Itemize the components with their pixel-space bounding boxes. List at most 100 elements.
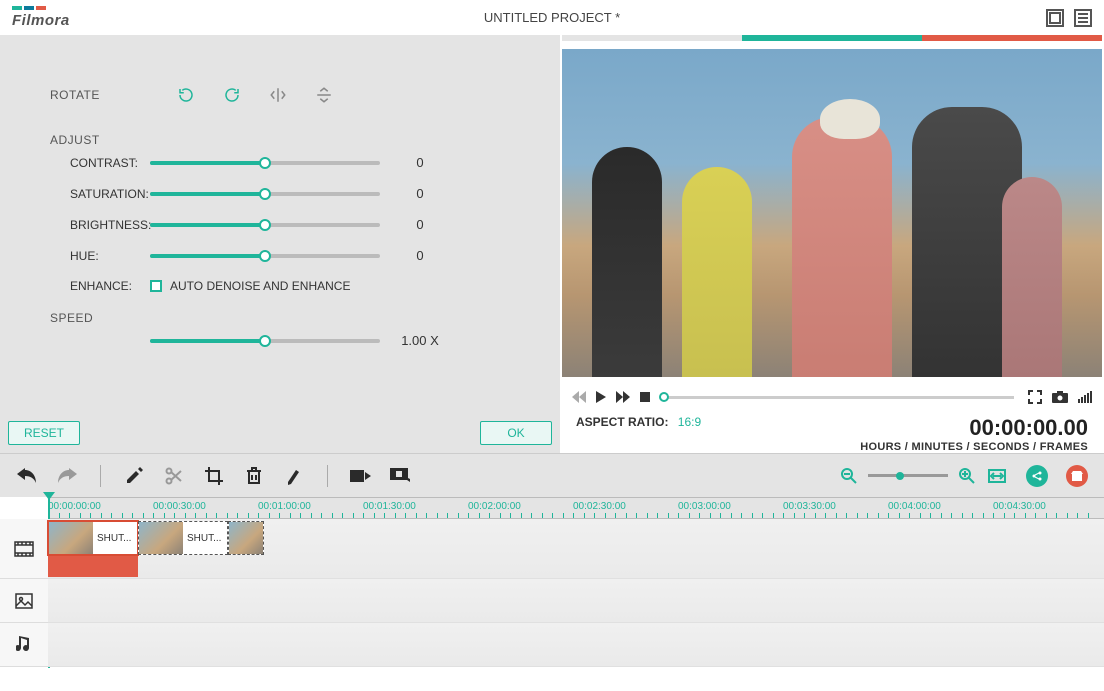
export-icon[interactable] — [350, 465, 372, 487]
ruler-time: 00:01:00:00 — [258, 501, 311, 512]
zoom-controls — [838, 465, 1008, 487]
timeline-toolbar — [0, 453, 1104, 497]
color-icon[interactable] — [283, 465, 305, 487]
share-button[interactable] — [1026, 465, 1048, 487]
brightness-label: BRIGHTNESS: — [50, 218, 150, 232]
timeline-ruler[interactable]: 00:00:00:00 00:00:30:00 00:01:00:00 00:01:3… — [48, 497, 1104, 519]
clip-thumbnail — [229, 522, 263, 554]
audio-track[interactable] — [48, 623, 1104, 667]
adjust-label: ADJUST — [50, 133, 510, 147]
crop-icon[interactable] — [203, 465, 225, 487]
preview-panel: ASPECT RATIO: 16:9 00:00:00.00 HOURS / M… — [560, 35, 1104, 453]
aspect-ratio: ASPECT RATIO: 16:9 — [576, 415, 701, 429]
fullscreen-icon[interactable] — [1028, 390, 1042, 404]
timecode-value: 00:00:00.00 — [860, 415, 1088, 441]
next-frame-icon[interactable] — [616, 391, 630, 403]
video-track-icon[interactable] — [0, 519, 48, 579]
aspect-value: 16:9 — [678, 415, 701, 429]
speed-label: SPEED — [50, 311, 510, 325]
timeline-clip[interactable] — [228, 521, 264, 555]
play-icon[interactable] — [596, 391, 606, 403]
menu-icon[interactable] — [1074, 9, 1092, 27]
timeline-clip[interactable]: SHUT... — [48, 521, 138, 555]
flip-horizontal-icon[interactable] — [268, 85, 288, 105]
clip-thumbnail — [49, 522, 93, 554]
zoom-in-icon[interactable] — [956, 465, 978, 487]
delete-icon[interactable] — [243, 465, 265, 487]
speed-row: 1.00 X — [50, 333, 510, 348]
ruler-time: 00:02:30:00 — [573, 501, 626, 512]
contrast-row: CONTRAST: 0 — [50, 155, 510, 170]
volume-icon[interactable] — [1078, 391, 1092, 403]
speed-value: 1.00 X — [380, 333, 460, 348]
logo-text: Filmora — [12, 12, 70, 29]
clip-label: SHUT... — [183, 533, 225, 544]
preview-tab-strip — [562, 35, 1102, 41]
split-icon[interactable] — [163, 465, 185, 487]
hue-row: HUE: 0 — [50, 248, 510, 263]
playback-progress[interactable] — [664, 396, 1014, 399]
save-project-icon[interactable] — [1046, 9, 1064, 27]
snapshot-icon[interactable] — [1052, 391, 1068, 403]
ruler-time: 00:02:00:00 — [468, 501, 521, 512]
redo-icon[interactable] — [56, 465, 78, 487]
enhance-row: ENHANCE: AUTO DENOISE AND ENHANCE — [50, 279, 510, 293]
reset-button[interactable]: RESET — [8, 421, 80, 445]
hue-value: 0 — [380, 248, 460, 263]
clip-extension — [48, 555, 138, 577]
saturation-row: SATURATION: 0 — [50, 186, 510, 201]
saturation-value: 0 — [380, 186, 460, 201]
ruler-time: 00:04:30:00 — [993, 501, 1046, 512]
enhance-checkbox-label: AUTO DENOISE AND ENHANCE — [170, 279, 350, 293]
rotate-ccw-icon[interactable] — [222, 85, 242, 105]
timecode-display: 00:00:00.00 HOURS / MINUTES / SECONDS / … — [860, 415, 1088, 453]
clip-label: SHUT... — [93, 533, 135, 544]
speed-slider[interactable] — [150, 339, 380, 343]
ruler-time: 00:01:30:00 — [363, 501, 416, 512]
brightness-slider[interactable] — [150, 223, 380, 227]
ruler-time: 00:00:30:00 — [153, 501, 206, 512]
edit-icon[interactable] — [123, 465, 145, 487]
timecode-label: HOURS / MINUTES / SECONDS / FRAMES — [860, 441, 1088, 453]
ruler-time: 00:04:00:00 — [888, 501, 941, 512]
zoom-out-icon[interactable] — [838, 465, 860, 487]
enhance-checkbox[interactable] — [150, 280, 162, 292]
undo-icon[interactable] — [16, 465, 38, 487]
edit-panel: ROTATE ADJUST CONTRAST: 0 — [0, 35, 560, 453]
timeline: 00:00:00:00 00:00:30:00 00:01:00:00 00:01:3… — [0, 497, 1104, 667]
hue-slider[interactable] — [150, 254, 380, 258]
zoom-fit-icon[interactable] — [986, 465, 1008, 487]
zoom-slider[interactable] — [868, 474, 948, 477]
project-title: UNTITLED PROJECT * — [484, 10, 620, 25]
app-header: Filmora UNTITLED PROJECT * — [0, 0, 1104, 35]
audio-track-icon[interactable] — [0, 623, 48, 667]
brightness-row: BRIGHTNESS: 0 — [50, 217, 510, 232]
flip-vertical-icon[interactable] — [314, 85, 334, 105]
ok-button[interactable]: OK — [480, 421, 552, 445]
contrast-label: CONTRAST: — [50, 156, 150, 170]
ruler-time: 00:03:30:00 — [783, 501, 836, 512]
image-track[interactable] — [48, 579, 1104, 623]
clip-thumbnail — [139, 522, 183, 554]
saturation-label: SATURATION: — [50, 187, 150, 201]
prev-frame-icon[interactable] — [572, 391, 586, 403]
hue-label: HUE: — [50, 249, 150, 263]
ruler-time: 00:00:00:00 — [48, 501, 101, 512]
rotate-cw-icon[interactable] — [176, 85, 196, 105]
aspect-label: ASPECT RATIO: — [576, 415, 668, 429]
video-track[interactable]: SHUT... SHUT... — [48, 519, 1104, 579]
image-track-icon[interactable] — [0, 579, 48, 623]
stop-icon[interactable] — [640, 392, 650, 402]
enhance-label: ENHANCE: — [50, 279, 150, 293]
timeline-clip[interactable]: SHUT... — [138, 521, 228, 555]
record-icon[interactable] — [390, 465, 412, 487]
brightness-value: 0 — [380, 217, 460, 232]
store-button[interactable] — [1066, 465, 1088, 487]
saturation-slider[interactable] — [150, 192, 380, 196]
contrast-value: 0 — [380, 155, 460, 170]
app-logo: Filmora — [12, 6, 70, 29]
contrast-slider[interactable] — [150, 161, 380, 165]
video-preview[interactable] — [562, 49, 1102, 377]
ruler-time: 00:03:00:00 — [678, 501, 731, 512]
playback-controls — [562, 383, 1102, 411]
